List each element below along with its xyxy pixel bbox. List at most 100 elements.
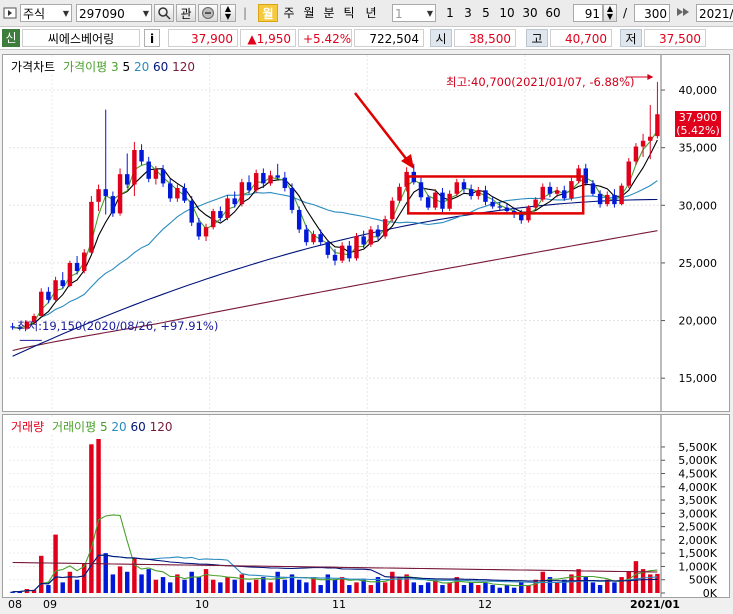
volume-bar-up	[96, 439, 101, 593]
expand-arrows-icon[interactable]	[672, 4, 692, 22]
date-input[interactable]: 2021/0	[696, 4, 733, 22]
candle-up	[89, 201, 94, 253]
volume-bar-down	[468, 582, 474, 593]
candle-down	[440, 192, 445, 209]
volume-bar-down	[411, 582, 417, 593]
interest-button[interactable]: 관	[176, 4, 196, 22]
volume-bar-up	[390, 571, 395, 593]
volume-bar-up	[626, 571, 631, 593]
stock-code-input[interactable]: 297090	[76, 4, 152, 22]
volume-bar-down	[347, 585, 352, 593]
volume-pane[interactable]: 5,500K 5,000K 4,500K 4,000K 3,500K 3,000K 2,50…	[2, 414, 730, 598]
volume-bar-down	[425, 582, 431, 593]
market-select[interactable]: 주식	[20, 4, 72, 22]
candle-down	[74, 262, 80, 271]
candle-down	[318, 234, 323, 243]
interval-button-3[interactable]: 3	[460, 4, 476, 22]
volume-bar-down	[361, 579, 366, 593]
volume-bar-up	[253, 579, 259, 593]
info-button[interactable]: i	[144, 29, 160, 47]
period-week-button[interactable]: 주	[280, 4, 298, 22]
candle-up	[619, 185, 624, 205]
candle-down	[375, 229, 381, 237]
volume-bar-up	[153, 579, 159, 593]
lock-button[interactable]	[198, 4, 218, 22]
volume-bar-down	[124, 571, 130, 593]
interval-button-5[interactable]: 5	[478, 4, 494, 22]
volume-bar-up	[210, 579, 216, 593]
candle-up	[253, 173, 259, 191]
candle-down	[483, 190, 488, 202]
candle-down	[189, 200, 194, 223]
volume-bar-down	[103, 553, 108, 593]
legend-ma-60: 60	[153, 60, 169, 74]
volume-bar-down	[196, 577, 202, 593]
volume-bar-down	[110, 574, 116, 593]
volume-bar-down	[504, 585, 510, 593]
candle-up	[368, 229, 374, 245]
interval-button-60[interactable]: 60	[543, 4, 563, 22]
candle-down	[547, 186, 553, 194]
candle-down	[296, 209, 302, 230]
interval-button-1[interactable]: 1	[442, 4, 458, 22]
period-year-button[interactable]: 년	[360, 4, 382, 22]
candle-up	[476, 190, 481, 197]
volume-bar-up	[382, 582, 388, 593]
candle-up	[640, 140, 646, 147]
market-select-value: 주식	[23, 7, 46, 21]
count-spinner[interactable]: ▲ ▼	[603, 4, 617, 22]
interval-button-30[interactable]: 30	[520, 4, 540, 22]
last-price-value: 37,900	[678, 111, 718, 124]
volume-bar-down	[332, 579, 338, 593]
volume-bar-down	[483, 582, 488, 593]
volume-tick-label: 3,000K	[678, 507, 717, 520]
period-month-button[interactable]: 월	[300, 4, 318, 22]
search-button[interactable]	[154, 4, 174, 22]
period-minute-button[interactable]: 분	[320, 4, 338, 22]
candle-down	[497, 206, 503, 208]
volume-bar-up	[368, 585, 374, 593]
count-input[interactable]: 91	[573, 4, 603, 22]
x-label: 09	[43, 598, 57, 611]
volume-bar-down	[60, 582, 65, 593]
candle-up	[339, 245, 345, 261]
new-badge: 신	[2, 29, 20, 47]
volume-bar-up	[633, 561, 639, 593]
volume-bar-down	[511, 587, 517, 593]
high-price: 40,700	[550, 29, 612, 47]
candle-up	[397, 186, 402, 201]
candle-down	[160, 169, 166, 184]
period-tick-button[interactable]: 틱	[340, 4, 358, 22]
candle-up	[132, 149, 137, 185]
volume-tick-label: 4,500K	[678, 468, 717, 481]
last-price-tag: 37,900 (5.42%)	[675, 111, 721, 137]
legend-ma-title: 가격이평	[63, 60, 108, 74]
open-price: 38,500	[454, 29, 516, 47]
ma3-line	[12, 130, 658, 329]
volume-bar-up	[39, 555, 44, 593]
legend-vma-5: 5	[99, 420, 108, 434]
interval-select[interactable]: 1	[392, 4, 436, 22]
volume-bar-down	[612, 582, 617, 593]
legend-vma-title: 거래이평	[51, 420, 97, 434]
price-tick-label: 40,000	[679, 84, 718, 97]
trade-volume: 722,504	[354, 29, 424, 47]
ma5-line	[12, 139, 658, 329]
price-pane[interactable]: 40,000 35,000 30,000 25,000 20,000 15,000 가격차…	[2, 54, 730, 412]
volume-bar-down	[74, 579, 80, 593]
candle-up	[311, 234, 316, 243]
candle-down	[461, 182, 467, 190]
count-total-input[interactable]: 300	[634, 4, 670, 22]
candle-down	[60, 280, 65, 286]
up-down-spinner[interactable]: ▲ ▼	[220, 4, 236, 22]
x-label: 2021/01	[630, 598, 680, 611]
x-label: 12	[478, 598, 492, 611]
volume-bar-up	[117, 566, 123, 593]
list-menu-icon[interactable]	[2, 4, 18, 22]
period-day-button[interactable]: 월	[258, 4, 278, 22]
candle-down	[490, 201, 495, 207]
interval-button-10[interactable]: 10	[497, 4, 517, 22]
volume-tick-label: 5,000K	[678, 454, 717, 467]
candle-up	[67, 262, 73, 286]
candle-down	[612, 194, 617, 205]
